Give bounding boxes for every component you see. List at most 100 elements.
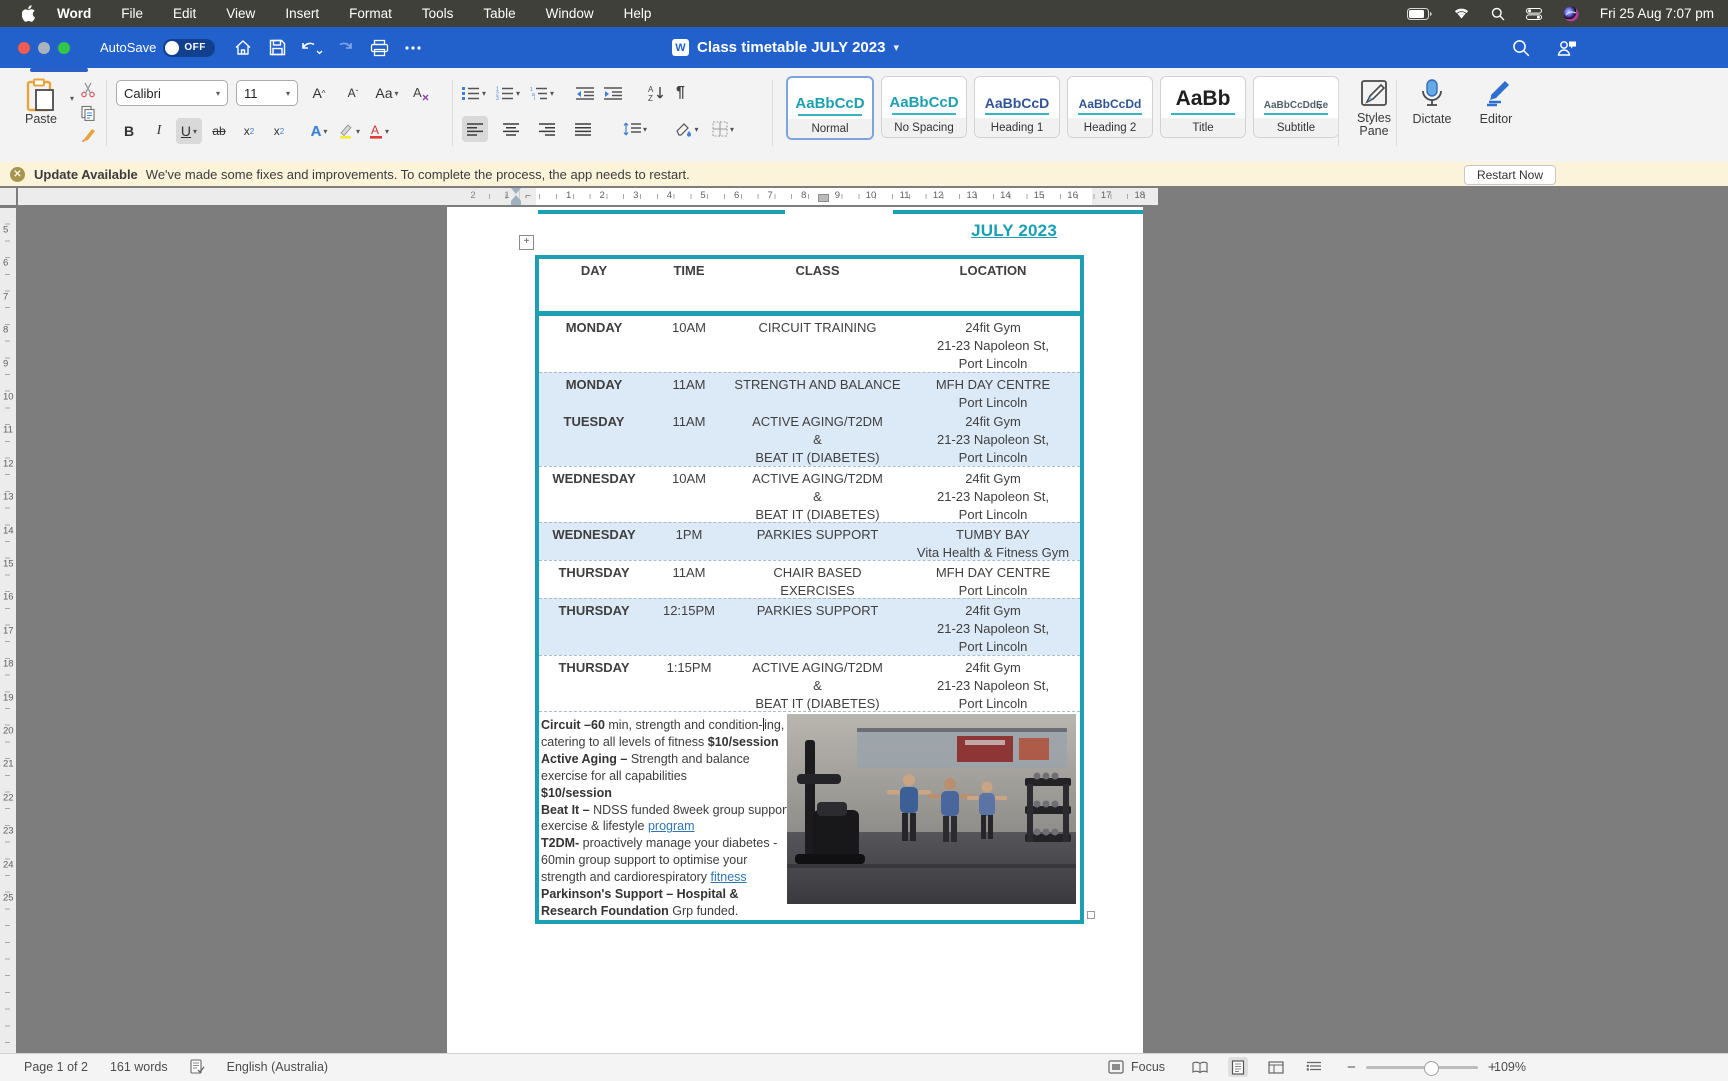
print-button[interactable] <box>365 36 393 60</box>
subscript-button[interactable]: x2 <box>236 118 262 144</box>
grow-font-button[interactable]: A ^ <box>306 80 332 106</box>
align-left-button[interactable] <box>462 116 488 142</box>
zoom-slider-thumb[interactable] <box>1423 1060 1439 1076</box>
home-tab-indicator[interactable] <box>30 68 88 72</box>
underline-button[interactable]: U ▾ <box>176 118 202 144</box>
word-count[interactable]: 161 words <box>110 1060 168 1074</box>
language-indicator[interactable]: English (Australia) <box>227 1060 328 1074</box>
menu-tools[interactable]: Tools <box>422 6 454 21</box>
font-name-select[interactable]: Calibri ▾ <box>116 80 228 106</box>
bullets-button[interactable]: ▾ <box>462 86 486 100</box>
sort-button[interactable]: AZ <box>648 85 666 101</box>
menu-format[interactable]: Format <box>349 6 392 21</box>
copy-button[interactable] <box>80 105 97 121</box>
hyperlink[interactable]: program <box>648 819 695 833</box>
menu-word[interactable]: Word <box>57 6 91 21</box>
menu-help[interactable]: Help <box>624 6 652 21</box>
restart-now-button[interactable]: Restart Now <box>1463 165 1556 185</box>
align-center-button[interactable] <box>498 116 524 142</box>
styles-gallery-expand-icon[interactable]: › <box>1318 98 1322 113</box>
align-right-button[interactable] <box>534 116 560 142</box>
doc-title-chevron-icon[interactable]: ▾ <box>893 41 899 54</box>
read-mode-button[interactable] <box>1190 1057 1210 1077</box>
wifi-icon[interactable] <box>1453 7 1470 20</box>
outline-view-button[interactable] <box>1304 1057 1324 1077</box>
indent-markers[interactable] <box>511 188 521 205</box>
cut-button[interactable] <box>80 82 97 98</box>
search-icon[interactable] <box>1512 39 1530 57</box>
zoom-percent[interactable]: 109% <box>1494 1054 1526 1080</box>
zoom-out-button[interactable]: − <box>1347 1059 1356 1076</box>
autosave-toggle[interactable]: OFF <box>163 38 216 57</box>
style-title[interactable]: AaBb Title <box>1160 76 1246 138</box>
borders-button[interactable]: ▾ <box>710 116 736 142</box>
paste-button[interactable]: Paste <box>14 78 68 144</box>
spotlight-icon[interactable] <box>1491 7 1505 21</box>
highlight-button[interactable]: ▾ <box>336 118 362 144</box>
control-center-icon[interactable] <box>1525 7 1542 20</box>
ruler-number: 24 <box>3 859 14 871</box>
menu-insert[interactable]: Insert <box>285 6 319 21</box>
apple-menu-icon[interactable] <box>22 5 37 22</box>
decrease-indent-button[interactable] <box>576 86 595 100</box>
undo-button[interactable] <box>297 36 325 60</box>
menu-view[interactable]: View <box>226 6 255 21</box>
line-spacing-button[interactable]: ▾ <box>622 116 648 142</box>
clear-formatting-button[interactable]: A <box>408 80 434 106</box>
focus-button[interactable]: Focus <box>1108 1054 1165 1080</box>
style-no-spacing[interactable]: AaBbCcD No Spacing <box>881 76 967 138</box>
editor-button[interactable]: Editor <box>1464 78 1528 126</box>
numbering-button[interactable]: 1 2 3 ▾ <box>496 86 520 100</box>
style-heading-1[interactable]: AaBbCcD Heading 1 <box>974 76 1060 138</box>
justify-button[interactable] <box>570 116 596 142</box>
paste-chevron-icon[interactable]: ▾ <box>70 94 74 144</box>
table-bottom-section: Circuit –60 min, strength and condition-… <box>539 711 1080 920</box>
font-color-button[interactable]: A ▾ <box>366 118 392 144</box>
battery-icon[interactable] <box>1406 7 1432 20</box>
format-painter-button[interactable] <box>80 128 97 144</box>
style-subtitle[interactable]: AaBbCcDdEe Subtitle <box>1253 76 1339 138</box>
superscript-button[interactable]: x2 <box>266 118 292 144</box>
hyperlink[interactable]: fitness <box>711 870 747 884</box>
more-commands-button[interactable] <box>399 36 427 60</box>
document-title[interactable]: Class timetable JULY 2023 <box>697 39 885 56</box>
tab-selector[interactable]: ⌐ <box>519 188 536 205</box>
menu-clock[interactable]: Fri 25 Aug 7:07 pm <box>1600 6 1714 21</box>
style-heading-2[interactable]: AaBbCcDd Heading 2 <box>1067 76 1153 138</box>
zoom-window-button[interactable] <box>58 41 70 54</box>
style-normal[interactable]: AaBbCcD Normal <box>786 76 874 140</box>
menu-edit[interactable]: Edit <box>173 6 196 21</box>
web-layout-button[interactable] <box>1266 1057 1286 1077</box>
proofing-icon[interactable] <box>190 1059 205 1075</box>
save-button[interactable] <box>263 36 291 60</box>
menu-window[interactable]: Window <box>546 6 594 21</box>
menu-table[interactable]: Table <box>483 6 515 21</box>
increase-indent-button[interactable] <box>604 86 623 100</box>
share-icon[interactable] <box>1556 38 1578 57</box>
menu-file[interactable]: File <box>121 6 143 21</box>
page-indicator[interactable]: Page 1 of 2 <box>24 1060 88 1074</box>
table-column-marker[interactable] <box>818 194 829 202</box>
bold-button[interactable]: B <box>116 118 142 144</box>
strikethrough-button[interactable]: ab <box>206 118 232 144</box>
zoom-slider[interactable] <box>1365 1060 1478 1076</box>
redo-button[interactable] <box>331 36 359 60</box>
font-size-select[interactable]: 11 ▾ <box>236 80 298 106</box>
shading-button[interactable]: ▾ <box>674 116 700 142</box>
document-page[interactable]: JULY 2023 + DAY TIME CLASS LOCATION MONDAY 1… <box>447 207 1143 1053</box>
shrink-font-button[interactable]: Aˇ <box>340 80 366 106</box>
multilevel-list-button[interactable]: 1 a i ▾ <box>530 86 554 100</box>
table-move-handle[interactable]: + <box>519 235 534 250</box>
change-case-button[interactable]: Aa ▾ <box>374 80 400 106</box>
text-effects-button[interactable]: A ▾ <box>306 118 332 144</box>
italic-button[interactable]: I <box>146 118 172 144</box>
minimize-window-button[interactable] <box>38 41 50 54</box>
table-resize-handle[interactable] <box>1087 911 1095 919</box>
document-workspace[interactable]: 2 1 1 2 3 4 5 6 7 8 9 10 11 12 13 14 15 16 17 18 ⌐ 5 6 7 8 9 10 1… <box>0 186 1728 1053</box>
print-layout-button[interactable] <box>1228 1057 1248 1077</box>
home-button[interactable] <box>229 36 257 60</box>
siri-icon[interactable] <box>1563 6 1579 22</box>
dictate-button[interactable]: Dictate <box>1400 78 1464 126</box>
show-paragraph-marks-button[interactable]: ¶ <box>676 84 685 102</box>
close-window-button[interactable] <box>18 41 30 54</box>
